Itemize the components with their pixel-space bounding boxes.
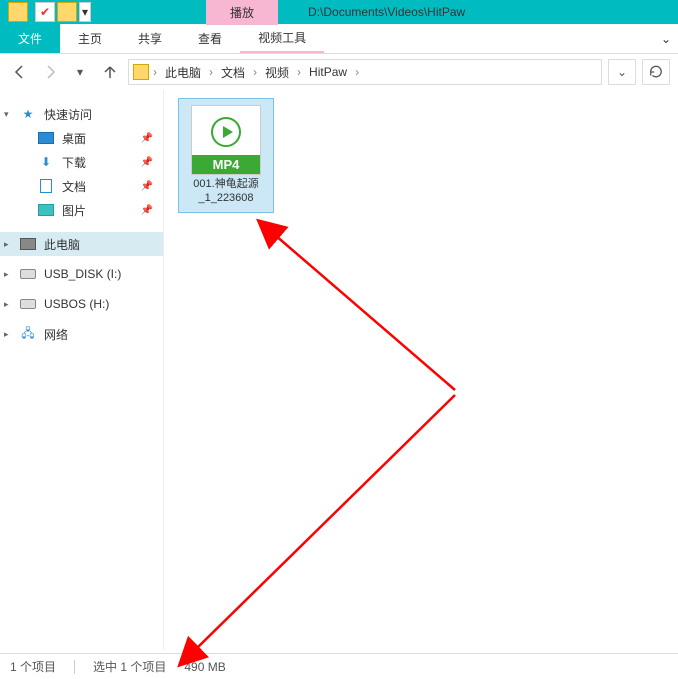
nav-desktop[interactable]: 桌面 📌 <box>0 126 163 150</box>
nav-label: 下载 <box>62 154 86 171</box>
refresh-button[interactable] <box>642 59 670 85</box>
computer-icon <box>20 238 36 250</box>
chevron-right-icon[interactable]: › <box>295 65 303 79</box>
desktop-icon <box>38 132 54 144</box>
navigation-pane: ▾ ★ 快速访问 桌面 📌 ⬇ 下载 📌 文档 📌 图片 <box>0 90 164 650</box>
tab-view[interactable]: 查看 <box>180 24 240 53</box>
status-selected-count: 选中 1 个项目 <box>93 658 166 675</box>
file-name-line: _1_223608 <box>198 192 253 204</box>
breadcrumb-segment[interactable]: 此电脑 <box>159 60 207 84</box>
nav-label: 网络 <box>44 326 68 343</box>
nav-label: 桌面 <box>62 130 86 147</box>
folder-icon <box>133 64 149 80</box>
refresh-icon <box>649 65 663 79</box>
chevron-right-icon[interactable]: › <box>251 65 259 79</box>
pin-icon: 📌 <box>141 157 153 168</box>
network-icon: 🖧 <box>20 326 36 342</box>
chevron-right-icon[interactable]: ▸ <box>4 329 9 340</box>
nav-network[interactable]: ▸ 🖧 网络 <box>0 322 163 346</box>
back-button[interactable] <box>8 60 32 84</box>
tab-file[interactable]: 文件 <box>0 24 60 53</box>
breadcrumb[interactable]: › 此电脑 › 文档 › 视频 › HitPaw › <box>128 59 602 85</box>
chevron-down-icon[interactable]: ▾ <box>4 109 9 120</box>
tab-home[interactable]: 主页 <box>60 24 120 53</box>
up-button[interactable] <box>98 60 122 84</box>
nav-label: 此电脑 <box>44 236 80 253</box>
pictures-icon <box>38 204 54 216</box>
quick-access-toolbar: ✔ ▾ <box>0 2 91 22</box>
forward-button[interactable] <box>38 60 62 84</box>
chevron-right-icon[interactable]: › <box>207 65 215 79</box>
file-type-badge: MP4 <box>192 155 260 174</box>
qat-new-folder-icon[interactable] <box>57 2 77 22</box>
chevron-right-icon[interactable]: ▸ <box>4 239 9 250</box>
recent-locations-button[interactable]: ▾ <box>68 60 92 84</box>
file-thumbnail: MP4 <box>191 105 261 175</box>
arrow-left-icon <box>12 64 28 80</box>
qat-customize-dropdown[interactable]: ▾ <box>79 2 91 22</box>
window-title-path: D:\Documents\Videos\HitPaw <box>308 5 465 19</box>
nav-pictures[interactable]: 图片 📌 <box>0 198 163 222</box>
qat-separator <box>30 2 33 22</box>
pin-icon: 📌 <box>141 205 153 216</box>
status-selected-size: 490 MB <box>184 660 225 674</box>
nav-label: 快速访问 <box>44 106 92 123</box>
disk-icon <box>20 269 36 279</box>
tab-video-tools[interactable]: 视频工具 <box>240 24 324 53</box>
nav-label: USBOS (H:) <box>44 297 109 311</box>
chevron-right-icon[interactable]: › <box>151 65 159 79</box>
file-name: 001.神龟起源 _1_223608 <box>183 177 269 206</box>
qat-folder-icon[interactable] <box>8 2 28 22</box>
nav-label: 文档 <box>62 178 86 195</box>
qat-properties-icon[interactable]: ✔ <box>35 2 55 22</box>
chevron-right-icon[interactable]: ▸ <box>4 299 9 310</box>
arrow-up-icon <box>102 64 118 80</box>
nav-usbos[interactable]: ▸ USBOS (H:) <box>0 292 163 316</box>
status-separator <box>74 660 75 674</box>
chevron-right-icon[interactable]: › <box>353 65 361 79</box>
nav-label: USB_DISK (I:) <box>44 267 121 281</box>
title-bar: ✔ ▾ 播放 D:\Documents\Videos\HitPaw <box>0 0 678 24</box>
document-icon <box>40 179 52 193</box>
nav-quick-access[interactable]: ▾ ★ 快速访问 <box>0 102 163 126</box>
address-dropdown-button[interactable]: ⌄ <box>608 59 636 85</box>
chevron-right-icon[interactable]: ▸ <box>4 269 9 280</box>
status-item-count: 1 个项目 <box>10 658 56 675</box>
nav-downloads[interactable]: ⬇ 下载 📌 <box>0 150 163 174</box>
star-icon: ★ <box>20 106 36 122</box>
nav-usb-disk[interactable]: ▸ USB_DISK (I:) <box>0 262 163 286</box>
nav-this-pc[interactable]: ▸ 此电脑 <box>0 232 163 256</box>
file-item[interactable]: MP4 001.神龟起源 _1_223608 <box>178 98 274 213</box>
nav-documents[interactable]: 文档 📌 <box>0 174 163 198</box>
play-icon <box>211 117 241 147</box>
context-tab-play[interactable]: 播放 <box>206 0 278 25</box>
ribbon-tabs: 文件 主页 共享 查看 视频工具 ⌄ <box>0 24 678 54</box>
file-name-line: 001.神龟起源 <box>193 178 258 190</box>
nav-label: 图片 <box>62 202 86 219</box>
file-list-area[interactable]: MP4 001.神龟起源 _1_223608 <box>164 90 678 650</box>
download-icon: ⬇ <box>38 154 54 170</box>
status-bar: 1 个项目 选中 1 个项目 490 MB <box>0 653 678 679</box>
pin-icon: 📌 <box>141 181 153 192</box>
tab-share[interactable]: 共享 <box>120 24 180 53</box>
ribbon-expand-icon[interactable]: ⌄ <box>654 24 678 53</box>
breadcrumb-segment[interactable]: 文档 <box>215 60 251 84</box>
arrow-right-icon <box>42 64 58 80</box>
breadcrumb-segment[interactable]: HitPaw <box>303 60 353 84</box>
breadcrumb-segment[interactable]: 视频 <box>259 60 295 84</box>
disk-icon <box>20 299 36 309</box>
explorer-body: ▾ ★ 快速访问 桌面 📌 ⬇ 下载 📌 文档 📌 图片 <box>0 90 678 650</box>
pin-icon: 📌 <box>141 133 153 144</box>
address-bar: ▾ › 此电脑 › 文档 › 视频 › HitPaw › ⌄ <box>0 54 678 90</box>
